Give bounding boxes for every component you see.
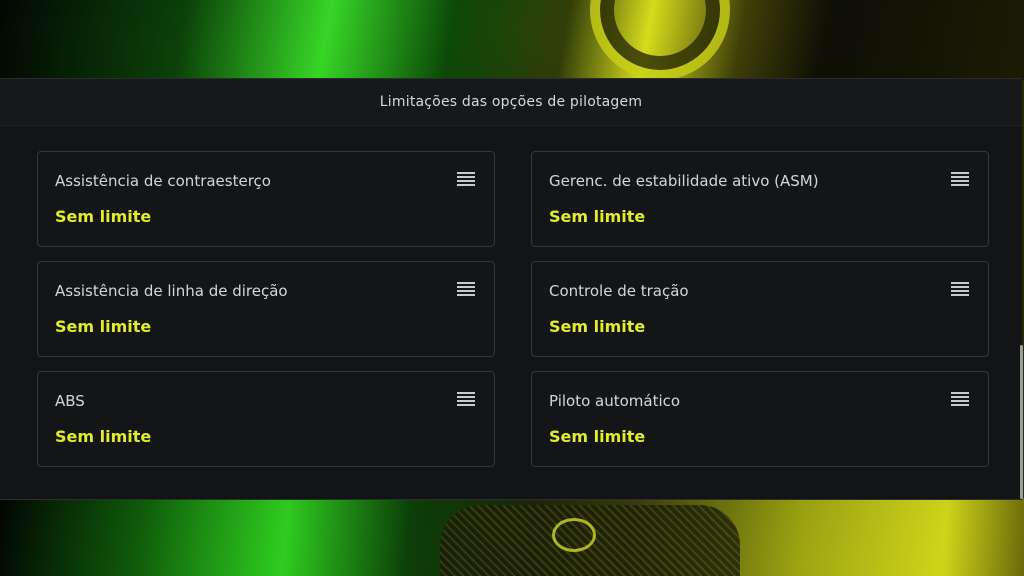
panel-title: Limitações das opções de pilotagem — [379, 94, 643, 110]
option-card-driving-line-assist[interactable]: Assistência de linha de direção Sem limi… — [37, 261, 495, 357]
menu-icon[interactable] — [457, 282, 475, 296]
option-label: Controle de tração — [549, 282, 689, 300]
menu-icon[interactable] — [951, 172, 969, 186]
option-label: ABS — [55, 392, 85, 410]
driving-options-limits-panel: Limitações das opções de pilotagem Assis… — [0, 78, 1023, 500]
option-value: Sem limite — [55, 427, 152, 446]
option-label: Piloto automático — [549, 392, 681, 410]
option-card-active-stability-management[interactable]: Gerenc. de estabilidade ativo (ASM) Sem … — [531, 151, 989, 247]
option-card-abs[interactable]: ABS Sem limite — [37, 371, 495, 467]
car-art-top — [0, 0, 1024, 80]
option-card-traction-control[interactable]: Controle de tração Sem limite — [531, 261, 989, 357]
option-card-auto-drive[interactable]: Piloto automático Sem limite — [531, 371, 989, 467]
option-label: Assistência de contraesterço — [55, 172, 271, 190]
option-label: Assistência de linha de direção — [55, 282, 288, 300]
option-value: Sem limite — [55, 317, 152, 336]
options-grid: Assistência de contraesterço Sem limite … — [37, 151, 989, 467]
option-label: Gerenc. de estabilidade ativo (ASM) — [549, 172, 819, 190]
option-card-countersteer-assist[interactable]: Assistência de contraesterço Sem limite — [37, 151, 495, 247]
scrollbar[interactable] — [1020, 345, 1023, 499]
option-value: Sem limite — [549, 427, 646, 446]
menu-icon[interactable] — [951, 392, 969, 406]
menu-icon[interactable] — [457, 172, 475, 186]
option-value: Sem limite — [549, 207, 646, 226]
car-badge-logo — [552, 518, 596, 552]
menu-icon[interactable] — [951, 282, 969, 296]
panel-header: Limitações das opções de pilotagem — [0, 79, 1022, 126]
option-value: Sem limite — [55, 207, 152, 226]
menu-icon[interactable] — [457, 392, 475, 406]
option-value: Sem limite — [549, 317, 646, 336]
